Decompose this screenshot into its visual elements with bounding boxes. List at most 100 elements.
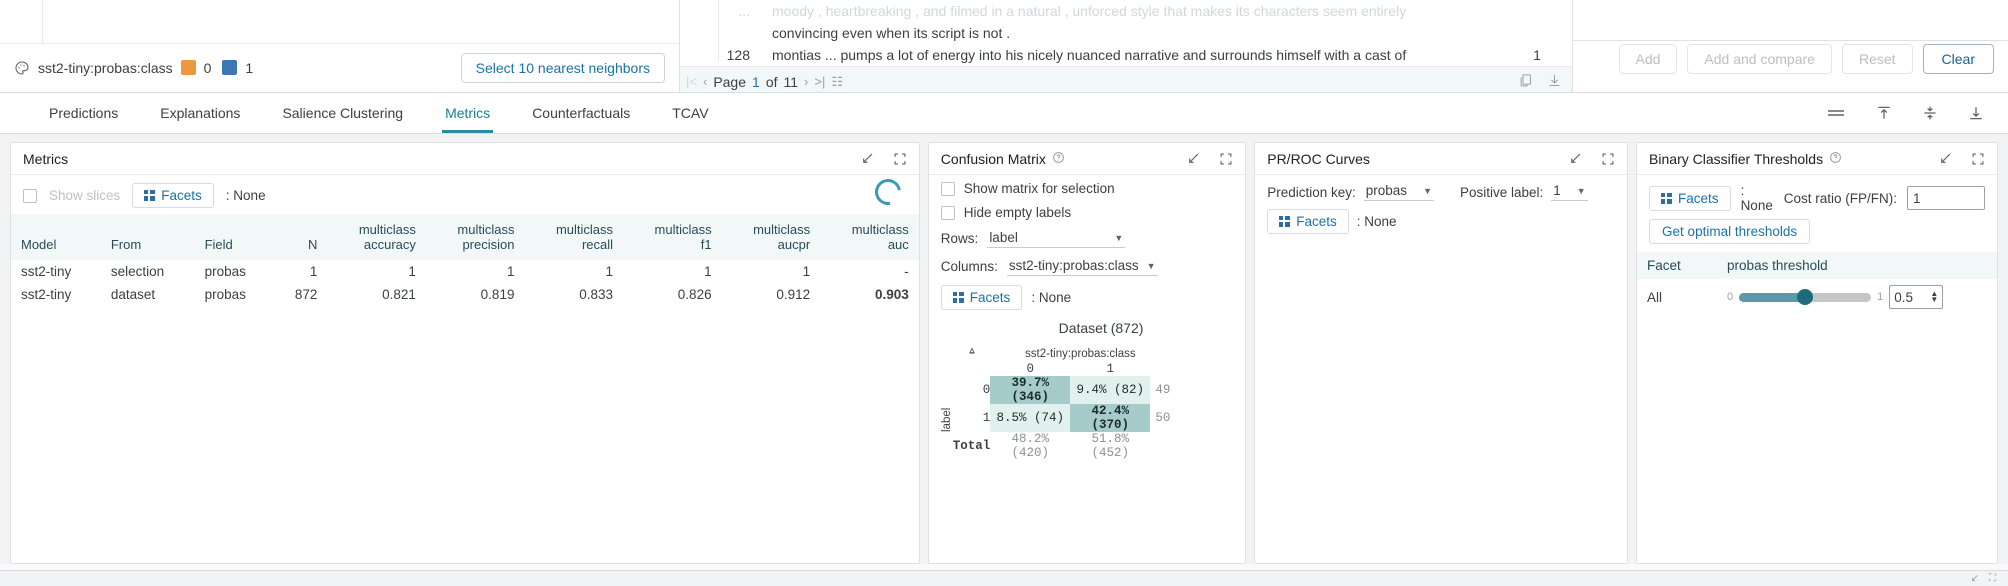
metrics-facets-button[interactable]: Facets xyxy=(132,183,214,208)
collapse-icon[interactable] xyxy=(860,151,875,166)
top-strip: sst2-tiny:probas:class 0 1 Select 10 nea… xyxy=(0,0,2008,92)
chevron-down-icon: ▼ xyxy=(1114,233,1123,243)
collapse-icon[interactable] xyxy=(1186,151,1201,166)
pager-current-page: 1 xyxy=(752,74,760,90)
prroc-facets-button[interactable]: Facets xyxy=(1267,209,1349,234)
legend-value-1: 1 xyxy=(245,60,253,76)
expand-bottom-icon[interactable] xyxy=(1968,105,1984,121)
main-tab-bar: Predictions Explanations Salience Cluste… xyxy=(0,92,2008,134)
reset-button[interactable]: Reset xyxy=(1842,44,1913,74)
help-icon[interactable] xyxy=(1829,151,1842,167)
collapse-icon[interactable] xyxy=(1938,151,1953,166)
row-text: montias ... pumps a lot of energy into h… xyxy=(772,44,1502,66)
col-from[interactable]: From xyxy=(101,214,195,260)
legend-value-0: 0 xyxy=(204,60,212,76)
prroc-selectors-row: Prediction key: probas ▼ Positive label:… xyxy=(1267,183,1615,201)
tab-tcav[interactable]: TCAV xyxy=(651,93,729,133)
cell-precision: 1 xyxy=(426,260,525,283)
table-row[interactable]: ... moody , heartbreaking , and filmed i… xyxy=(680,0,1572,22)
confusion-col-header-0: 0 xyxy=(990,362,1070,376)
add-and-compare-button[interactable]: Add and compare xyxy=(1687,44,1832,74)
random-page-icon[interactable]: ☷ xyxy=(831,74,843,90)
cell-aucpr: 1 xyxy=(722,260,821,283)
confusion-row-header-1: 1 xyxy=(953,404,991,432)
clear-button[interactable]: Clear xyxy=(1923,44,1994,74)
fullscreen-icon[interactable] xyxy=(1971,152,1985,166)
prev-page-icon[interactable]: ‹ xyxy=(703,74,707,89)
next-page-icon[interactable]: › xyxy=(804,74,808,89)
slider-min-label: 0 xyxy=(1727,291,1733,303)
download-icon[interactable] xyxy=(1547,73,1562,91)
legend-field-label: sst2-tiny:probas:class xyxy=(38,60,173,76)
chevron-down-icon: ▼ xyxy=(1423,186,1432,196)
col-multiclass-recall[interactable]: multiclassrecall xyxy=(524,214,623,260)
show-matrix-checkbox[interactable] xyxy=(941,182,955,196)
first-page-icon[interactable]: |< xyxy=(686,74,697,89)
cell-recall: 1 xyxy=(524,260,623,283)
metrics-table: Model From Field N multiclassaccuracy mu… xyxy=(11,214,919,306)
table-row[interactable]: 128 montias ... pumps a lot of energy in… xyxy=(680,44,1572,66)
prediction-key-select[interactable]: probas ▼ xyxy=(1364,183,1434,201)
rows-select[interactable]: label ▼ xyxy=(987,229,1125,248)
last-page-icon[interactable]: >| xyxy=(814,74,825,89)
show-slices-checkbox[interactable] xyxy=(23,189,37,203)
table-row[interactable]: sst2-tiny dataset probas 872 0.821 0.819… xyxy=(11,283,919,306)
col-model[interactable]: Model xyxy=(11,214,101,260)
thresholds-facets-button[interactable]: Facets xyxy=(1649,186,1731,211)
table-row[interactable]: convincing even when its script is not . xyxy=(680,22,1572,44)
cell-field: probas xyxy=(195,283,273,306)
tab-salience-clustering[interactable]: Salience Clustering xyxy=(261,93,424,133)
threshold-slider[interactable] xyxy=(1739,293,1871,302)
tab-explanations[interactable]: Explanations xyxy=(139,93,261,133)
menu-icon[interactable] xyxy=(1826,106,1846,120)
cost-ratio-input[interactable] xyxy=(1907,186,1985,210)
confusion-cell-0-0[interactable]: 39.7% (346) xyxy=(990,376,1070,404)
expand-top-icon[interactable] xyxy=(1876,105,1892,121)
columns-select-row: Columns: sst2-tiny:probas:class ▼ xyxy=(941,257,1233,276)
col-multiclass-precision[interactable]: multiclassprecision xyxy=(426,214,525,260)
confusion-facets-value: : None xyxy=(1031,290,1071,305)
sort-icon[interactable] xyxy=(953,346,991,362)
row-text: moody , heartbreaking , and filmed in a … xyxy=(772,0,1502,22)
help-icon[interactable] xyxy=(1052,151,1065,167)
fullscreen-icon[interactable] xyxy=(1601,152,1615,166)
slider-thumb[interactable] xyxy=(1797,289,1813,305)
confusion-matrix-module: Confusion Matrix Show matrix for select xyxy=(928,142,1246,564)
col-n[interactable]: N xyxy=(273,214,327,260)
copy-icon[interactable] xyxy=(1518,73,1533,91)
add-button[interactable]: Add xyxy=(1619,44,1678,74)
fullscreen-icon[interactable] xyxy=(1219,152,1233,166)
table-column-divider xyxy=(718,0,719,62)
columns-select[interactable]: sst2-tiny:probas:class ▼ xyxy=(1007,257,1158,276)
fullscreen-icon[interactable]: ⛶ xyxy=(1989,573,1996,584)
tab-predictions[interactable]: Predictions xyxy=(28,93,139,133)
facets-icon xyxy=(1661,193,1672,204)
confusion-cell-1-0[interactable]: 8.5% (74) xyxy=(990,404,1070,432)
hide-empty-checkbox[interactable] xyxy=(941,206,955,220)
confusion-cell-0-1[interactable]: 9.4% (82) xyxy=(1070,376,1150,404)
col-field[interactable]: Field xyxy=(195,214,273,260)
fullscreen-icon[interactable] xyxy=(893,152,907,166)
collapse-icon[interactable]: ↙ xyxy=(1971,573,1979,584)
collapse-icon[interactable] xyxy=(1568,151,1583,166)
confusion-cell-1-1[interactable]: 42.4% (370) xyxy=(1070,404,1150,432)
col-multiclass-f1[interactable]: multiclassf1 xyxy=(623,214,722,260)
tab-metrics[interactable]: Metrics xyxy=(424,93,511,133)
col-multiclass-accuracy[interactable]: multiclassaccuracy xyxy=(327,214,426,260)
col-multiclass-aucpr[interactable]: multiclassaucpr xyxy=(722,214,821,260)
rows-label: Rows: xyxy=(941,231,979,246)
select-nearest-neighbors-button[interactable]: Select 10 nearest neighbors xyxy=(461,53,665,83)
col-multiclass-auc[interactable]: multiclassauc xyxy=(820,214,919,260)
threshold-value-stepper[interactable]: 0.5 ▲▼ xyxy=(1889,285,1943,309)
get-optimal-thresholds-button[interactable]: Get optimal thresholds xyxy=(1649,219,1810,244)
cell-model: sst2-tiny xyxy=(11,283,101,306)
stepper-arrows-icon[interactable]: ▲▼ xyxy=(1930,291,1938,303)
tab-label: Counterfactuals xyxy=(532,105,630,121)
prediction-key-label: Prediction key: xyxy=(1267,185,1356,200)
positive-label-select[interactable]: 1 ▼ xyxy=(1551,183,1587,201)
chevron-down-icon: ▼ xyxy=(1147,261,1156,271)
tab-counterfactuals[interactable]: Counterfactuals xyxy=(511,93,651,133)
split-view-icon[interactable] xyxy=(1922,105,1938,121)
confusion-facets-button[interactable]: Facets xyxy=(941,285,1023,310)
table-row[interactable]: sst2-tiny selection probas 1 1 1 1 1 1 - xyxy=(11,260,919,283)
